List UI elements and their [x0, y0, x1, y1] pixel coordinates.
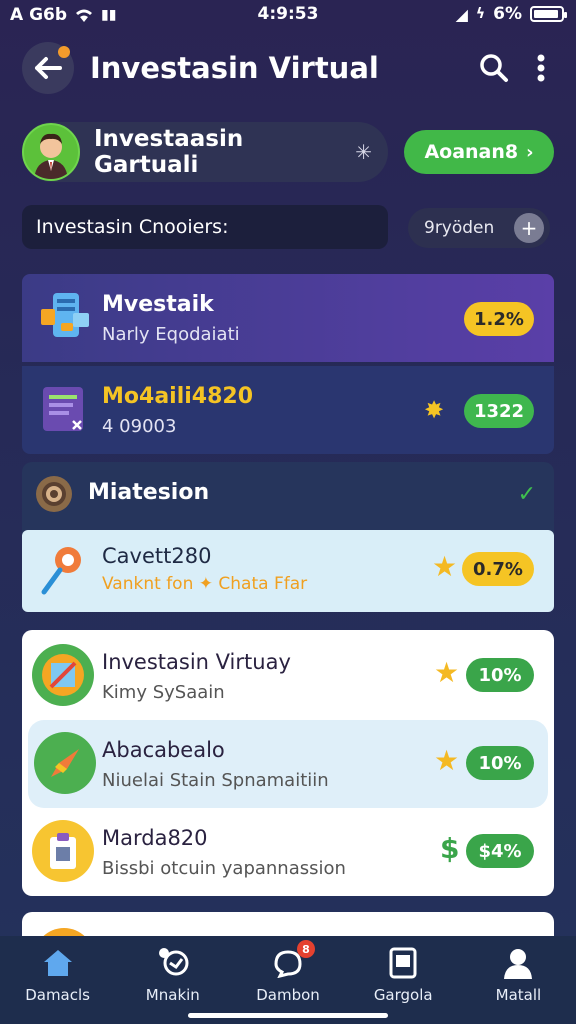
list-item[interactable]: Investasin Virtuay Kimy SySaain ★ 10%: [22, 632, 554, 720]
chevron-right-icon: ›: [526, 141, 534, 163]
user-icon: [501, 946, 535, 980]
dollar-icon: $: [440, 832, 460, 865]
cell-signal-icon: ◢: [455, 4, 468, 24]
notification-badge: 8: [297, 940, 315, 958]
nav-label: Damacls: [25, 986, 90, 1004]
investment-card[interactable]: Mo4aili4820 4 09003 ✸ 1322: [22, 366, 554, 454]
search-label: Investasin Cnooiers:: [36, 216, 229, 238]
item-subtitle: Bissbi otcuin yapannassion: [102, 858, 346, 879]
person-avatar-icon: [34, 133, 68, 179]
item-title: Investasin Virtuay: [102, 650, 291, 674]
home-indicator[interactable]: [188, 1013, 388, 1018]
more-vertical-icon: [537, 54, 545, 82]
profile-name: Investaasin Gartuali: [94, 126, 244, 178]
plus-icon: +: [514, 213, 544, 243]
star-icon: ★: [434, 744, 460, 777]
item-subtitle: Niuelai Stain Spnamaitiin: [102, 770, 329, 791]
sparkle-icon: ✳: [355, 140, 372, 164]
nav-item-markets[interactable]: Mnakin: [115, 936, 230, 1024]
avatar: [22, 123, 80, 181]
more-menu-button[interactable]: [528, 48, 554, 88]
star-icon: ★: [432, 550, 458, 583]
group-title: Miatesion: [88, 480, 210, 505]
battery-icon: [530, 6, 567, 22]
investment-card[interactable]: Mvestaik Narly Eqodaiati 1.2%: [22, 274, 554, 362]
phone-docs-icon: [36, 288, 94, 346]
card-title: Mvestaik: [102, 292, 214, 317]
chart-box-icon: [32, 644, 94, 706]
nav-item-messages[interactable]: 8 Dambon: [230, 936, 345, 1024]
sparkle-icon: ✸: [424, 396, 445, 424]
primary-action-button[interactable]: Aoanan8 ›: [404, 130, 554, 174]
nav-label: Matall: [495, 986, 542, 1004]
percent-badge: 10%: [466, 746, 534, 780]
item-subtitle: Vanknt fon ✦ Chata Ffar: [102, 574, 308, 594]
chart-icon: [156, 946, 190, 980]
percent-badge: 10%: [466, 658, 534, 692]
tablet-icon: [386, 946, 420, 980]
search-button[interactable]: [474, 48, 514, 88]
battery-percent: 6%: [493, 4, 522, 24]
nav-item-portfolio[interactable]: Gargola: [346, 936, 461, 1024]
rocket-icon: [34, 732, 96, 794]
back-button[interactable]: [22, 42, 74, 94]
check-icon[interactable]: ✓: [518, 482, 536, 507]
nav-label: Dambon: [256, 986, 320, 1004]
nav-item-home[interactable]: Damacls: [0, 936, 115, 1024]
bottom-nav: Damacls Mnakin 8 Dambon Gargola Matall: [0, 936, 576, 1024]
card-title: Mo4aili4820: [102, 384, 254, 409]
document-icon: [36, 380, 94, 438]
notification-dot: [58, 46, 70, 58]
status-bar: A G6b ▮▮ 4:9:53 ◢ ϟ 6%: [0, 0, 576, 30]
card-subtitle: Narly Eqodaiati: [102, 324, 240, 345]
chat-icon: 8: [271, 940, 315, 980]
nav-item-profile[interactable]: Matall: [461, 936, 576, 1024]
list-item[interactable]: Marda820 Bissbi otcuin yapannassion $ $4…: [22, 808, 554, 896]
item-title: Cavett280: [102, 544, 212, 568]
app-header: Investasin Virtual: [22, 40, 554, 96]
profile-card[interactable]: Investaasin Gartuali ✳: [22, 122, 388, 182]
percent-badge: 0.7%: [462, 552, 534, 586]
percent-badge: 1.2%: [464, 302, 534, 336]
item-title: Marda820: [102, 826, 208, 850]
clipboard-icon: [32, 820, 94, 882]
item-title: Abacabealo: [102, 738, 225, 762]
filter-label: 9ryöden: [424, 218, 495, 238]
page-title: Investasin Virtual: [90, 51, 379, 85]
list-item[interactable]: Cavett280 Vanknt fon ✦ Chata Ffar ★ 0.7%: [22, 530, 554, 612]
percent-badge: $4%: [466, 834, 534, 868]
charging-icon: ϟ: [475, 6, 486, 22]
pin-icon: [40, 544, 86, 604]
back-arrow-icon: [35, 57, 62, 79]
search-input[interactable]: Investasin Cnooiers:: [22, 205, 388, 249]
group-card: Miatesion ✓ Cavett280 Vanknt fon ✦ Chata…: [22, 462, 554, 612]
count-badge: 1322: [464, 394, 534, 428]
action-button-label: Aoanan8: [424, 141, 519, 163]
star-icon: ★: [434, 656, 460, 689]
nav-label: Gargola: [373, 986, 433, 1004]
filter-button[interactable]: 9ryöden +: [408, 208, 550, 248]
home-icon: [41, 946, 75, 980]
search-icon: [480, 54, 508, 82]
item-subtitle: Kimy SySaain: [102, 682, 225, 703]
badge-icon: [36, 476, 72, 512]
investment-list: Investasin Virtuay Kimy SySaain ★ 10% Ab…: [22, 630, 554, 896]
card-subtitle: 4 09003: [102, 416, 177, 437]
list-item[interactable]: Abacabealo Niuelai Stain Spnamaitiin ★ 1…: [28, 720, 548, 808]
nav-label: Mnakin: [145, 986, 200, 1004]
